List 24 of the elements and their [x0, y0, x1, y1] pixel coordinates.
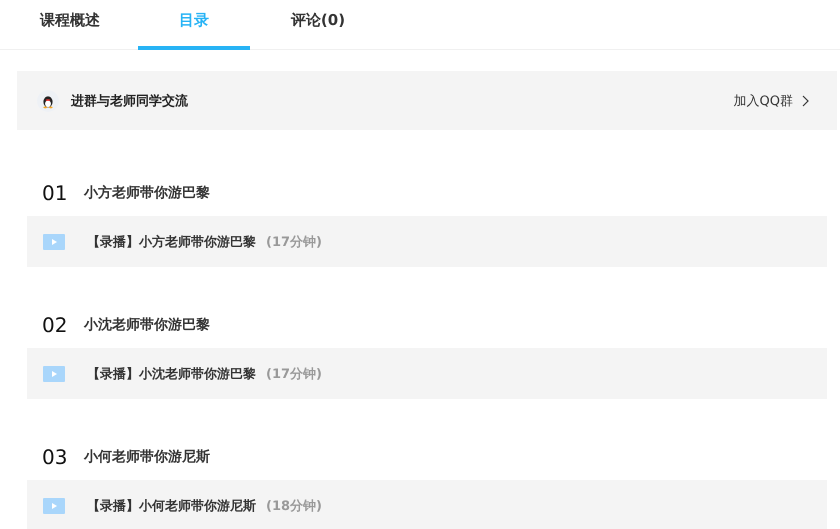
video-icon — [43, 366, 65, 382]
chapter-title: 小何老师带你游尼斯 — [84, 448, 210, 466]
chapter-title: 小沈老师带你游巴黎 — [84, 316, 210, 334]
lesson-title: 【录播】小沈老师带你游巴黎 — [87, 366, 256, 382]
join-group-link[interactable]: 加入QQ群 — [734, 92, 809, 110]
lesson-duration: (17分钟) — [266, 234, 322, 250]
chapter-number: 03 — [42, 445, 68, 469]
lesson-row[interactable]: 【录播】小方老师带你游巴黎 (17分钟) — [27, 216, 827, 267]
tab[interactable]: 评论(0) — [262, 0, 374, 50]
lesson-duration: (17分钟) — [266, 366, 322, 382]
lesson-title: 【录播】小何老师带你游尼斯 — [87, 498, 256, 514]
tab[interactable]: 课程概述 — [14, 0, 126, 50]
penguin-icon — [37, 90, 59, 112]
chapter-number: 02 — [42, 313, 68, 337]
lesson-row[interactable]: 【录播】小沈老师带你游巴黎 (17分钟) — [27, 348, 827, 399]
chapter-title: 小方老师带你游巴黎 — [84, 184, 210, 202]
lesson-duration: (18分钟) — [266, 498, 322, 514]
banner-text: 进群与老师同学交流 — [71, 92, 189, 110]
video-icon — [43, 234, 65, 250]
chevron-right-icon — [802, 94, 809, 106]
lesson-title: 【录播】小方老师带你游巴黎 — [87, 234, 256, 250]
video-icon — [43, 498, 65, 514]
chapter-number: 01 — [42, 181, 68, 205]
lesson-row[interactable]: 【录播】小何老师带你游尼斯 (18分钟) — [27, 480, 827, 529]
